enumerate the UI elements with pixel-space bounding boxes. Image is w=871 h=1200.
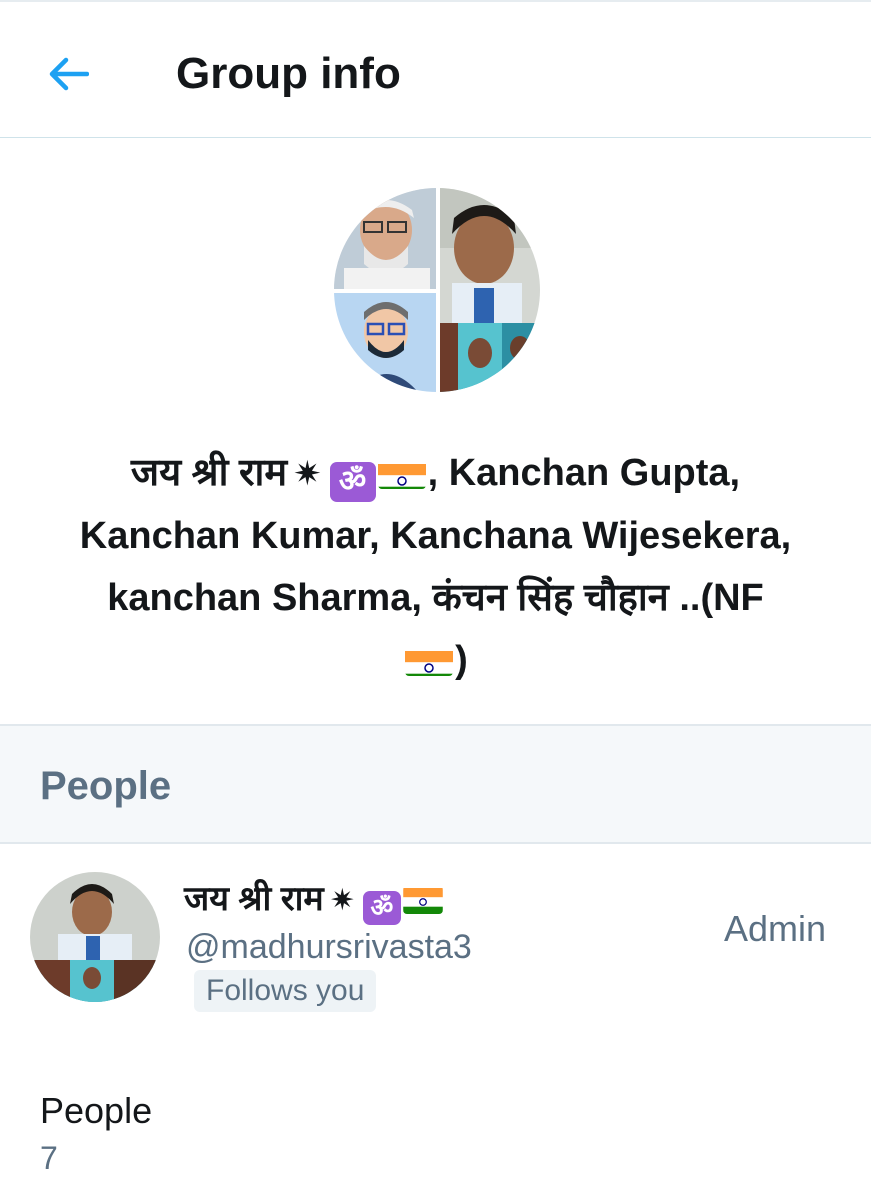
follows-you-badge: Follows you (194, 970, 377, 1012)
group-name: जय श्री राम ✷ ॐ , Kanchan Gupta, Kanchan Ku… (40, 442, 831, 691)
arrow-left-icon (49, 57, 89, 91)
people-section-header: People (0, 724, 871, 844)
group-name-part2: , Kanchan Gupta, (427, 452, 741, 494)
people-count-label: People (40, 1090, 153, 1131)
group-name-part1: जय श्री राम (130, 452, 288, 494)
role-label: Admin (723, 908, 826, 949)
section-title: People (40, 764, 172, 808)
back-button[interactable] (38, 46, 98, 102)
group-name-line2: Kanchan Kumar, Kanchana Wijesekera, (79, 515, 792, 557)
india-flag-icon (377, 455, 426, 489)
member-name-text: जय श्री राम (184, 880, 324, 918)
header-bar: Group info (0, 2, 871, 138)
member-row[interactable]: जय श्री राम ✷ ॐ @madhursrivasta3 Follows y… (0, 846, 871, 1036)
om-icon: ॐ (362, 891, 401, 925)
page-title: Group info (176, 49, 401, 98)
member-name: जय श्री राम ✷ ॐ (184, 874, 445, 925)
star-symbol: ✷ (329, 884, 355, 917)
india-flag-icon (403, 886, 443, 914)
om-icon: ॐ (329, 462, 376, 502)
group-name-end: ) (455, 639, 468, 681)
star-symbol: ✷ (293, 455, 322, 493)
india-flag-icon (405, 642, 454, 676)
people-count-value: 7 (40, 1140, 58, 1176)
member-handle: @madhursrivasta3 (186, 928, 472, 966)
group-name-line3: kanchan Sharma, कंचन सिंह चौहान ..(NF (107, 577, 764, 619)
group-avatar[interactable] (334, 188, 540, 392)
avatar[interactable] (30, 872, 160, 1002)
